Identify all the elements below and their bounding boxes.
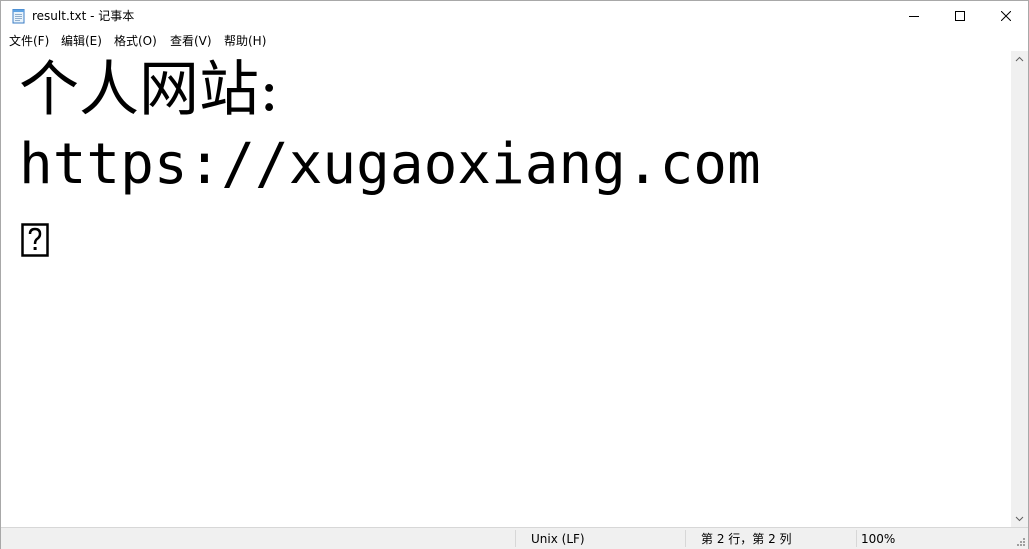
resize-grip-icon[interactable] — [1014, 535, 1026, 547]
menu-format[interactable]: 格式(O) — [114, 33, 157, 49]
menu-bar: 文件(F) 编辑(E) 格式(O) 查看(V) 帮助(H) — [1, 31, 1028, 51]
close-button[interactable] — [983, 1, 1029, 31]
status-cursor-position: 第 2 行，第 2 列 — [701, 532, 792, 546]
minimize-icon — [909, 16, 919, 17]
window-title: result.txt - 记事本 — [32, 9, 135, 23]
scroll-down-button[interactable] — [1011, 510, 1028, 527]
menu-edit[interactable]: 编辑(E) — [61, 33, 102, 49]
notepad-window: result.txt - 记事本 文件(F) 编辑(E) 格式(O) 查看(V)… — [0, 0, 1029, 549]
maximize-icon — [955, 11, 965, 21]
notepad-icon — [12, 9, 25, 24]
text-line-1: 个人网站: — [19, 55, 280, 125]
menu-file[interactable]: 文件(F) — [9, 33, 49, 49]
menu-view[interactable]: 查看(V) — [170, 33, 212, 49]
vertical-scrollbar[interactable] — [1011, 51, 1028, 527]
title-bar[interactable]: result.txt - 记事本 — [1, 1, 1028, 31]
maximize-button[interactable] — [937, 1, 983, 31]
chevron-up-icon — [1015, 56, 1024, 62]
chevron-down-icon — [1015, 516, 1024, 522]
scroll-up-button[interactable] — [1011, 51, 1028, 68]
status-bar: Unix (LF) 第 2 行，第 2 列 100% — [1, 527, 1028, 549]
minimize-button[interactable] — [891, 1, 937, 31]
status-divider — [856, 530, 857, 547]
text-line-2: https://xugaoxiang.com — [19, 132, 761, 197]
status-divider — [515, 530, 516, 547]
missing-character-icon — [21, 223, 49, 257]
status-line-ending: Unix (LF) — [531, 532, 585, 546]
close-icon — [1001, 11, 1011, 21]
status-zoom: 100% — [861, 532, 896, 546]
status-divider — [685, 530, 686, 547]
text-editor[interactable]: 个人网站: https://xugaoxiang.com — [1, 51, 1011, 527]
menu-help[interactable]: 帮助(H) — [224, 33, 266, 49]
